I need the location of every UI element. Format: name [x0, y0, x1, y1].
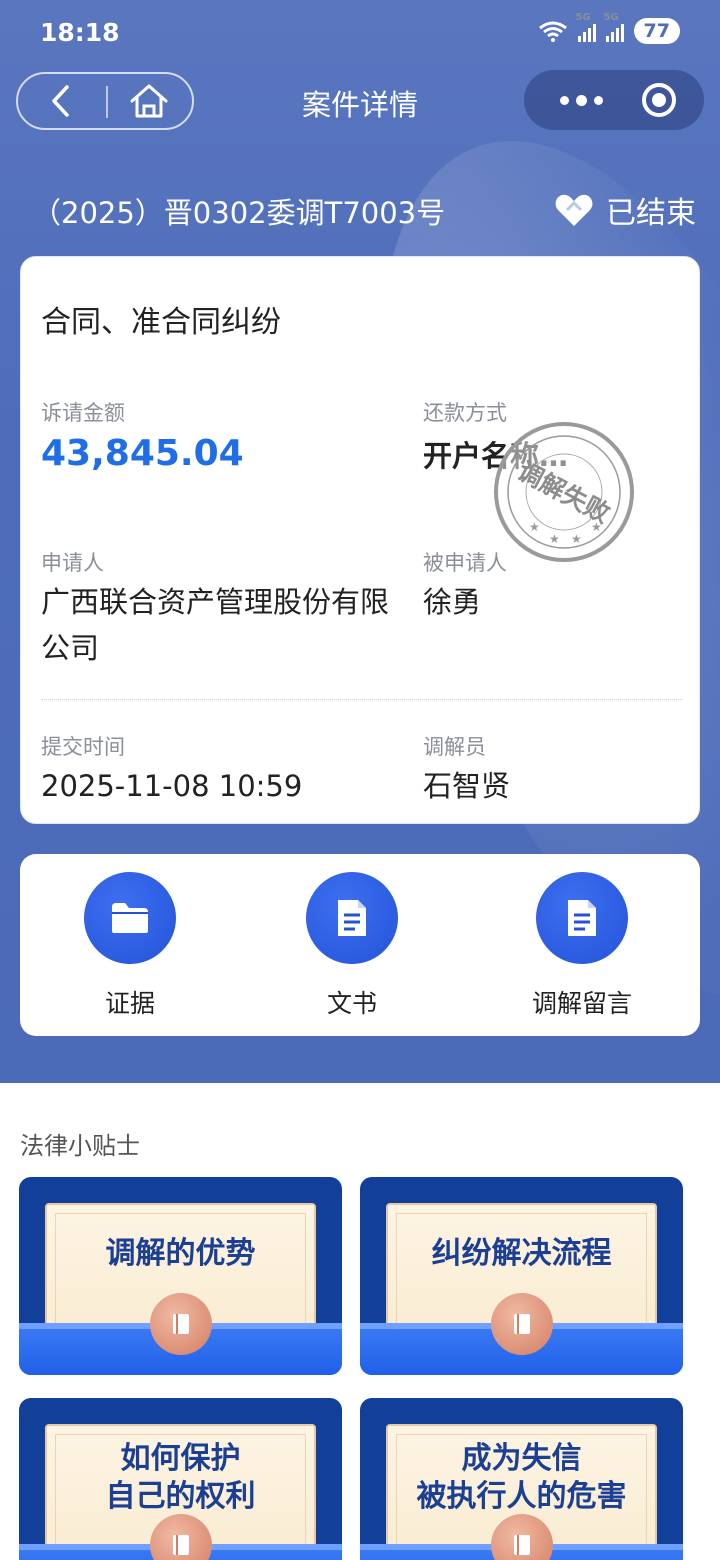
legal-tips-title: 法律小贴士: [20, 1132, 140, 1160]
svg-text:★: ★: [549, 532, 560, 546]
applicant-value: 广西联合资产管理股份有限公司: [41, 585, 390, 665]
amount-label: 诉请金额: [41, 401, 125, 425]
tip-card-dishonest-debtor[interactable]: 成为失信 被执行人的危害: [360, 1398, 683, 1560]
documents-button[interactable]: 文书: [272, 872, 432, 1020]
battery-indicator: 77: [633, 18, 680, 44]
tip-card-protect-rights[interactable]: 如何保护 自己的权利: [19, 1398, 342, 1560]
mediator-value: 石智贤: [423, 769, 511, 803]
case-number: （2025）晋0302委调T7003号: [32, 196, 446, 230]
evidence-label: 证据: [104, 989, 155, 1018]
tip-title: 成为失信 被执行人的危害: [416, 1441, 627, 1514]
tip-card-mediation-advantages[interactable]: 调解的优势: [19, 1177, 342, 1375]
status-time: 18:18: [40, 18, 120, 47]
mediation-message-label: 调解留言: [531, 989, 632, 1018]
card-divider: [41, 699, 683, 700]
document-icon: [338, 900, 366, 936]
applicant-label: 申请人: [41, 551, 104, 575]
case-status-label: 已结束: [606, 196, 696, 231]
tip-title: 如何保护 自己的权利: [105, 1441, 256, 1514]
book-icon: [491, 1293, 553, 1355]
wifi-icon: [538, 21, 567, 42]
signal-1-icon: 5G: [576, 12, 596, 42]
documents-label: 文书: [326, 989, 377, 1018]
svg-text:★: ★: [529, 520, 540, 534]
case-info-card: 合同、准合同纠纷 诉请金额 43,845.04 还款方式 开户名称… 申请人 广…: [20, 256, 700, 824]
navigation-bar: 案件详情: [0, 70, 720, 132]
mediation-failed-stamp: 调解失败 ★ ★ ★ ★: [494, 422, 634, 562]
evidence-button[interactable]: 证据: [50, 872, 210, 1020]
heart-handshake-icon: [555, 194, 593, 226]
mini-program-capsule: [524, 70, 704, 130]
document-icon: [568, 900, 596, 936]
case-actions-card: 证据 文书 调解留言: [20, 854, 700, 1036]
close-target-icon[interactable]: [642, 83, 676, 117]
mediation-message-icon-circle: [536, 872, 628, 964]
folder-icon: [112, 903, 148, 933]
mediator-label: 调解员: [423, 735, 486, 759]
tip-title: 纠纷解决流程: [431, 1236, 612, 1271]
amount-value: 43,845.04: [41, 433, 244, 474]
case-status: 已结束: [554, 188, 696, 232]
tip-title: 调解的优势: [105, 1236, 256, 1271]
case-type: 合同、准合同纠纷: [41, 305, 281, 340]
submit-time-value: 2025-11-08 10:59: [41, 769, 303, 803]
more-menu-button[interactable]: [546, 70, 616, 130]
status-icons: 5G 5G 77: [538, 12, 680, 44]
evidence-icon-circle: [84, 872, 176, 964]
submit-time-label: 提交时间: [41, 735, 125, 759]
more-dots-icon: [559, 95, 569, 105]
documents-icon-circle: [306, 872, 398, 964]
respondent-value: 徐勇: [423, 585, 482, 619]
svg-text:★: ★: [571, 532, 582, 546]
tip-card-dispute-process[interactable]: 纠纷解决流程: [360, 1177, 683, 1375]
signal-2-icon: 5G: [604, 12, 624, 42]
svg-text:★: ★: [591, 520, 602, 534]
mediation-message-button[interactable]: 调解留言: [502, 872, 662, 1020]
status-bar: 18:18 5G 5G 77: [0, 0, 720, 66]
book-icon: [150, 1293, 212, 1355]
